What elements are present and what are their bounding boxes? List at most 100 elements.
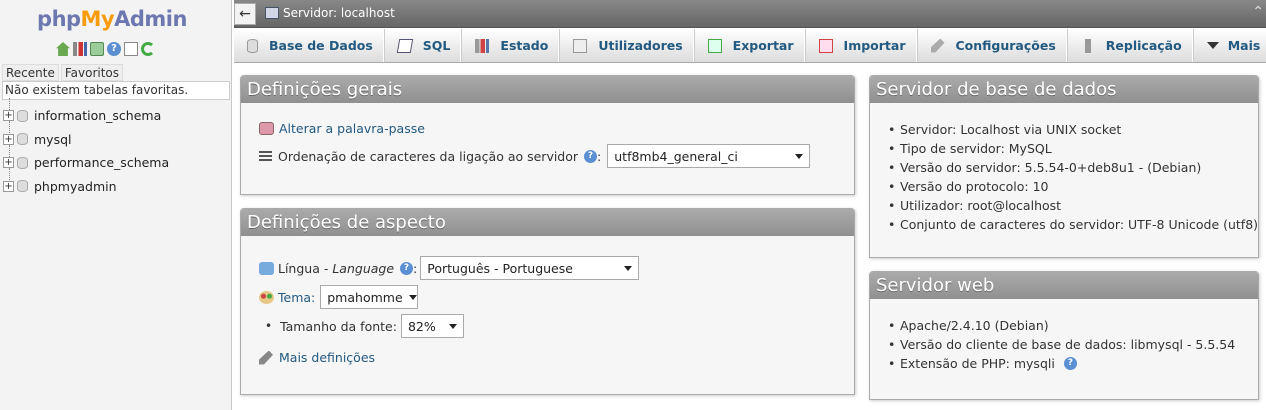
database-item-information-schema[interactable]: + information_schema [0,98,232,128]
recent-favorites-tabs: Recente Favoritos [2,64,124,81]
theme-label[interactable]: Tema: [278,290,315,305]
logo-php-text: php [37,7,81,31]
dropdown-icon [1206,42,1219,49]
list-item: Extensão de PHP: mysqli ? [888,354,1235,373]
navigation-panel: phpMyAdmin ? Recente Favoritos Não exist… [0,0,232,410]
database-icon [17,180,28,193]
expand-icon[interactable]: + [3,157,14,169]
phpmyadmin-logo[interactable]: phpMyAdmin [0,6,224,32]
users-icon [573,38,588,53]
tab-export[interactable]: Exportar [693,29,805,62]
export-icon [707,38,722,53]
database-server-panel: Servidor de base de dados Servidor: Loca… [869,75,1259,258]
server-icon [265,7,279,19]
help-icon[interactable]: ? [584,149,598,163]
php-extension-text: Extensão de PHP: mysqli [900,356,1055,371]
tab-sql[interactable]: SQL [383,29,462,62]
collation-value: utf8mb4_general_ci [614,148,738,164]
server-breadcrumb[interactable]: Servidor: localhost [265,6,395,20]
language-value: Português - Portuguese [427,260,573,276]
list-item: Utilizador: root@localhost [888,196,1258,215]
web-server-panel: Servidor web Apache/2.4.10 (Debian) Vers… [869,271,1259,400]
tab-users[interactable]: Utilizadores [559,29,694,62]
server-label[interactable]: Servidor: localhost [283,6,395,20]
help-icon[interactable]: ? [400,261,414,275]
tab-label: Importar [843,38,906,53]
panel-title: Servidor web [870,272,1258,299]
password-icon [259,122,274,135]
tab-replication[interactable]: Replicação [1066,29,1193,62]
main-menu: Base de Dados SQL Estado Utilizadores Ex… [234,29,1266,63]
replication-icon [1084,38,1091,53]
change-password-row: Alterar a palavra-passe [259,121,425,136]
database-name[interactable]: information_schema [34,108,161,123]
database-icon [17,156,28,169]
tab-label: SQL [422,38,451,53]
docs-icon[interactable] [124,42,138,56]
colon: : [597,148,602,164]
tab-favorites[interactable]: Favoritos [60,64,124,81]
expand-icon[interactable]: + [3,110,14,122]
database-name[interactable]: performance_schema [34,155,169,170]
list-item: Versão do cliente de base de dados: libm… [888,335,1235,354]
database-tree: + information_schema + mysql + performan… [0,98,232,199]
bar-chart-icon[interactable] [73,42,87,56]
change-password-link[interactable]: Alterar a palavra-passe [279,121,425,136]
import-icon [818,38,833,53]
language-row: Língua - Language ? : Português - Portug… [259,256,640,280]
collapse-top-icon[interactable]: ⌃ [1252,4,1264,20]
database-name[interactable]: phpmyadmin [34,179,117,194]
list-item: Servidor: Localhost via UNIX socket [888,120,1258,139]
tab-status[interactable]: Estado [461,29,560,62]
list-item: Conjunto de caracteres do servidor: UTF-… [888,215,1258,234]
database-item-performance-schema[interactable]: + performance_schema [0,145,232,175]
sql-icon [396,38,414,53]
tab-label: Estado [500,38,549,53]
font-size-label: Tamanho da fonte: [265,319,397,334]
web-server-info-list: Apache/2.4.10 (Debian) Versão do cliente… [888,316,1235,373]
help-icon[interactable]: ? [107,42,121,56]
tab-label: Replicação [1105,38,1182,53]
language-icon [259,261,274,275]
theme-select[interactable]: pmahomme [320,285,419,309]
language-label-italic: Language [332,260,395,276]
more-settings-link[interactable]: Mais definições [279,350,375,365]
list-item: Versão do servidor: 5.5.54-0+deb8u1 - (D… [888,158,1258,177]
status-icon [475,38,490,53]
database-name[interactable]: mysql [34,132,72,147]
collapse-navigation-button[interactable]: ← [234,3,256,25]
expand-icon[interactable]: + [3,180,14,192]
language-select[interactable]: Português - Portuguese [420,256,640,280]
collation-select[interactable]: utf8mb4_general_ci [607,144,811,168]
tab-databases[interactable]: Base de Dados [234,29,384,62]
tab-recent[interactable]: Recente [2,64,59,81]
list-item: Tipo de servidor: MySQL [888,139,1258,158]
font-size-value: 82% [407,318,436,334]
chevron-down-icon [795,153,804,159]
tab-more[interactable]: Mais [1192,29,1266,62]
language-label: Língua - [278,260,333,276]
exit-icon[interactable] [90,42,104,56]
database-item-phpmyadmin[interactable]: + phpmyadmin [0,168,232,199]
panel-title: Definições de aspecto [241,209,854,236]
database-icon [247,38,258,53]
database-icon [17,133,28,146]
reload-icon[interactable] [141,42,155,56]
database-item-mysql[interactable]: + mysql [0,121,232,152]
tab-import[interactable]: Importar [804,29,917,62]
home-icon[interactable] [56,42,70,56]
logo-admin-text: Admin [114,7,187,31]
tab-settings[interactable]: Configurações [916,29,1067,62]
general-settings-panel: Definições gerais Alterar a palavra-pass… [240,75,855,195]
tab-label: Exportar [732,38,794,53]
favorites-message: Não existem tabelas favoritas. [2,81,230,100]
expand-icon[interactable]: + [3,133,14,145]
list-icon [259,150,272,162]
help-icon[interactable]: ? [1063,357,1077,370]
database-icon [17,109,28,122]
colon: : [413,260,418,276]
theme-row: Tema: pmahomme [259,285,419,309]
font-size-select[interactable]: 82% [400,314,464,338]
collation-label: Ordenação de caracteres da ligação ao se… [278,148,579,164]
font-size-row: Tamanho da fonte: 82% [265,314,464,338]
